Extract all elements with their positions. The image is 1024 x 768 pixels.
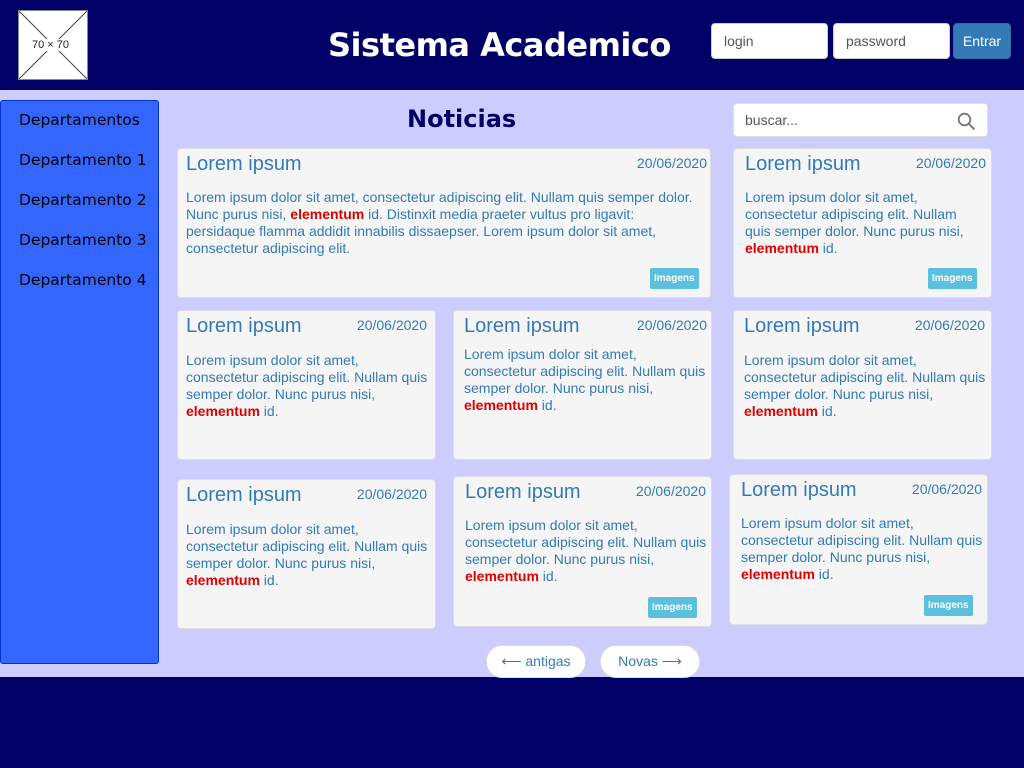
page: 70 × 70 Sistema Academico Entrar Departa… — [0, 0, 1024, 768]
news-card-text: Lorem ipsum dolor sit amet, consectetur … — [464, 346, 706, 413]
enter-button[interactable]: Entrar — [953, 23, 1011, 59]
logo-placeholder-image: 70 × 70 — [18, 10, 88, 80]
news-card-date: 20/06/2020 — [911, 481, 982, 497]
logo-size-label: 70 × 70 — [30, 39, 72, 51]
news-card-title[interactable]: Lorem ipsum — [465, 481, 581, 504]
news-card[interactable]: Lorem ipsum 20/06/2020 Lorem ipsum dolor… — [177, 479, 436, 629]
sidebar-item-departamento-3[interactable]: Departamento 3 — [1, 220, 158, 260]
news-card-date: 20/06/2020 — [914, 317, 985, 333]
news-card-title[interactable]: Lorem ipsum — [745, 153, 861, 176]
news-card[interactable]: Lorem ipsum 20/06/2020 Lorem ipsum dolor… — [453, 310, 712, 460]
news-card-title[interactable]: Lorem ipsum — [464, 315, 580, 338]
page-title: Noticias — [407, 105, 517, 133]
news-card-title[interactable]: Lorem ipsum — [741, 479, 857, 502]
header: 70 × 70 Sistema Academico Entrar — [0, 0, 1024, 90]
sidebar-item-departamento-2[interactable]: Departamento 2 — [1, 180, 158, 220]
images-badge[interactable]: Imagens — [648, 597, 697, 618]
images-badge[interactable]: Imagens — [650, 268, 699, 289]
news-card[interactable]: Lorem ipsum 20/06/2020 Lorem ipsum dolor… — [177, 310, 436, 460]
sidebar: Departamentos Departamento 1 Departament… — [0, 100, 159, 664]
older-news-button[interactable]: ⟵ antigas — [486, 645, 586, 678]
newer-news-button[interactable]: Novas ⟶ — [600, 645, 700, 678]
news-card-title[interactable]: Lorem ipsum — [186, 484, 302, 507]
app-title: Sistema Academico — [328, 26, 671, 64]
news-card-date: 20/06/2020 — [356, 486, 427, 502]
news-card[interactable]: Lorem ipsum 20/06/2020 Lorem ipsum dolor… — [177, 148, 711, 298]
search-box — [733, 103, 988, 137]
news-card-text: Lorem ipsum dolor sit amet, consectetur … — [744, 352, 986, 419]
news-card-text: Lorem ipsum dolor sit amet, consectetur … — [186, 352, 428, 419]
news-card-text: Lorem ipsum dolor sit amet, consectetur … — [465, 517, 707, 584]
news-card-date: 20/06/2020 — [636, 317, 707, 333]
news-card[interactable]: Lorem ipsum 20/06/2020 Lorem ipsum dolor… — [733, 148, 992, 298]
news-card[interactable]: Lorem ipsum 20/06/2020 Lorem ipsum dolor… — [733, 310, 992, 460]
news-card-date: 20/06/2020 — [635, 483, 706, 499]
news-card[interactable]: Lorem ipsum 20/06/2020 Lorem ipsum dolor… — [729, 474, 988, 625]
news-card-text: Lorem ipsum dolor sit amet, consectetur … — [186, 189, 693, 256]
sidebar-item-departamento-1[interactable]: Departamento 1 — [1, 140, 158, 180]
images-badge[interactable]: Imagens — [928, 268, 977, 289]
login-input[interactable] — [711, 23, 828, 59]
images-badge[interactable]: Imagens — [924, 595, 973, 616]
search-input[interactable] — [734, 104, 944, 136]
news-card-text: Lorem ipsum dolor sit amet, consectetur … — [186, 521, 428, 588]
news-card-text: Lorem ipsum dolor sit amet, consectetur … — [741, 515, 983, 582]
news-card[interactable]: Lorem ipsum 20/06/2020 Lorem ipsum dolor… — [453, 476, 712, 627]
sidebar-item-departamentos[interactable]: Departamentos — [1, 100, 158, 140]
news-card-text: Lorem ipsum dolor sit amet, consectetur … — [745, 189, 964, 256]
news-card-title[interactable]: Lorem ipsum — [186, 153, 302, 176]
news-card-date: 20/06/2020 — [636, 155, 707, 171]
news-card-title[interactable]: Lorem ipsum — [186, 315, 302, 338]
news-card-date: 20/06/2020 — [915, 155, 986, 171]
news-card-date: 20/06/2020 — [356, 317, 427, 333]
news-card-title[interactable]: Lorem ipsum — [744, 315, 860, 338]
search-icon[interactable] — [957, 112, 975, 130]
password-input[interactable] — [833, 23, 950, 59]
sidebar-item-departamento-4[interactable]: Departamento 4 — [1, 260, 158, 300]
